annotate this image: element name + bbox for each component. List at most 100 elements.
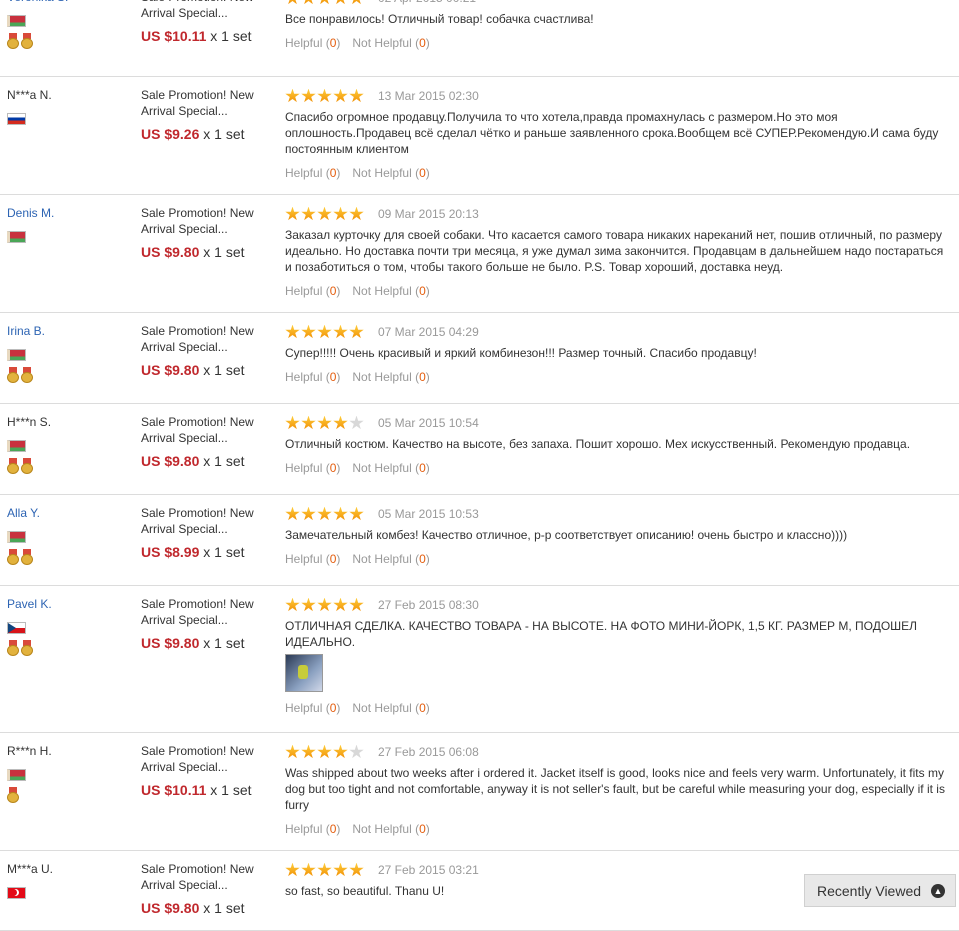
star-icon <box>301 744 316 759</box>
star-icon <box>349 597 364 612</box>
helpful-link[interactable]: Helpful (0) <box>285 701 340 715</box>
helpful-link[interactable]: Helpful (0) <box>285 552 340 566</box>
not-helpful-count: 0 <box>419 370 426 384</box>
country-flag-icon <box>7 15 26 27</box>
review-column: 09 Mar 2015 20:13 Заказал курточку для св… <box>279 205 959 312</box>
helpful-link[interactable]: Helpful (0) <box>285 822 340 836</box>
helpful-link[interactable]: Helpful (0) <box>285 36 340 50</box>
not-helpful-count: 0 <box>419 701 426 715</box>
medal-icon <box>21 458 33 474</box>
buyer-name[interactable]: Pavel K. <box>7 596 133 612</box>
feedback-helpfulness: Helpful (0) Not Helpful (0) <box>285 283 951 299</box>
star-icon <box>349 0 364 5</box>
not-helpful-link[interactable]: Not Helpful (0) <box>352 284 429 298</box>
buyer-column: Denis M. <box>0 205 133 312</box>
not-helpful-link[interactable]: Not Helpful (0) <box>352 166 429 180</box>
country-flag-icon <box>7 887 26 899</box>
buyer-medals <box>7 367 133 383</box>
feedback-helpfulness: Helpful (0) Not Helpful (0) <box>285 821 951 837</box>
price-amount: US $9.80 <box>141 900 200 916</box>
order-quantity: x 1 set <box>203 453 245 469</box>
buyer-medals <box>7 249 133 265</box>
review-date: 27 Feb 2015 06:08 <box>378 745 479 759</box>
helpful-label: Helpful <box>285 36 323 50</box>
medal-icon <box>21 549 33 565</box>
buyer-name[interactable]: Irina B. <box>7 323 133 339</box>
recently-viewed-label: Recently Viewed <box>817 882 922 899</box>
review-row: Veronika S.Sale Promotion! New Arrival S… <box>0 0 959 77</box>
helpful-count: 0 <box>329 552 337 566</box>
star-icon <box>317 206 332 221</box>
buyer-column: Veronika S. <box>0 0 133 76</box>
recently-viewed-button[interactable]: Recently Viewed ▲ <box>804 874 956 907</box>
star-icon <box>349 506 364 521</box>
not-helpful-label: Not Helpful <box>352 461 412 475</box>
star-icon <box>333 0 348 5</box>
buyer-name: H***n S. <box>7 415 52 429</box>
helpful-count: 0 <box>329 166 337 180</box>
helpful-count: 0 <box>329 461 337 475</box>
star-icon <box>317 324 332 339</box>
star-icon <box>301 597 316 612</box>
star-rating <box>285 862 364 878</box>
order-price: US $9.80 x 1 set <box>141 361 279 379</box>
not-helpful-link[interactable]: Not Helpful (0) <box>352 822 429 836</box>
buyer-name[interactable]: Denis M. <box>7 205 133 221</box>
not-helpful-link[interactable]: Not Helpful (0) <box>352 461 429 475</box>
star-icon <box>301 324 316 339</box>
star-icon <box>333 597 348 612</box>
star-icon <box>317 597 332 612</box>
star-rating <box>285 324 364 340</box>
star-icon <box>285 324 300 339</box>
helpful-link[interactable]: Helpful (0) <box>285 370 340 384</box>
star-icon <box>317 744 332 759</box>
order-price: US $9.80 x 1 set <box>141 899 279 917</box>
review-photo[interactable] <box>285 654 323 692</box>
helpful-count: 0 <box>329 822 337 836</box>
star-icon <box>349 206 364 221</box>
helpful-label: Helpful <box>285 552 323 566</box>
review-column: 07 Mar 2015 04:29 Супер!!!!! Очень красив… <box>279 323 959 403</box>
rating-line: 09 Mar 2015 20:13 <box>285 205 951 223</box>
star-rating <box>285 206 364 222</box>
star-icon <box>333 324 348 339</box>
helpful-link[interactable]: Helpful (0) <box>285 284 340 298</box>
helpful-link[interactable]: Helpful (0) <box>285 166 340 180</box>
not-helpful-link[interactable]: Not Helpful (0) <box>352 370 429 384</box>
buyer-name[interactable]: Alla Y. <box>7 505 133 521</box>
order-price: US $9.80 x 1 set <box>141 243 279 261</box>
order-quantity: x 1 set <box>203 362 245 378</box>
star-icon <box>301 0 316 5</box>
medal-icon <box>7 787 19 803</box>
buyer-medals <box>7 549 133 565</box>
product-name: Sale Promotion! New Arrival Special... <box>141 206 254 236</box>
not-helpful-link[interactable]: Not Helpful (0) <box>352 552 429 566</box>
helpful-label: Helpful <box>285 284 323 298</box>
buyer-name[interactable]: Veronika S. <box>7 0 133 5</box>
star-rating <box>285 0 364 6</box>
review-text: Спасибо огромное продавцу.Получила то чт… <box>285 110 939 156</box>
not-helpful-label: Not Helpful <box>352 166 412 180</box>
buyer-column: Irina B. <box>0 323 133 403</box>
star-icon <box>301 506 316 521</box>
order-column: Sale Promotion! New Arrival Special... US… <box>133 505 279 585</box>
not-helpful-label: Not Helpful <box>352 552 412 566</box>
review-text: Все понравилось! Отличный товар! собачка… <box>285 12 594 26</box>
review-row: Irina B. Sale Promotion! New Arrival Spec… <box>0 313 959 404</box>
order-price: US $10.11 x 1 set <box>141 781 279 799</box>
review-row: Denis M. Sale Promotion! New Arrival Spec… <box>0 195 959 313</box>
country-flag-icon <box>7 231 26 243</box>
review-text: Замечательный комбез! Качество отличное,… <box>285 528 848 542</box>
buyer-medals <box>7 640 133 656</box>
buyer-medals <box>7 905 133 921</box>
review-date: 07 Mar 2015 04:29 <box>378 325 479 339</box>
star-icon <box>349 744 364 759</box>
not-helpful-link[interactable]: Not Helpful (0) <box>352 36 429 50</box>
helpful-link[interactable]: Helpful (0) <box>285 461 340 475</box>
order-quantity: x 1 set <box>203 244 245 260</box>
not-helpful-link[interactable]: Not Helpful (0) <box>352 701 429 715</box>
feedback-helpfulness: Helpful (0) Not Helpful (0) <box>285 369 951 385</box>
product-name: Sale Promotion! New Arrival Special... <box>141 862 254 892</box>
product-name: Sale Promotion! New Arrival Special... <box>141 415 254 445</box>
not-helpful-count: 0 <box>419 36 426 50</box>
